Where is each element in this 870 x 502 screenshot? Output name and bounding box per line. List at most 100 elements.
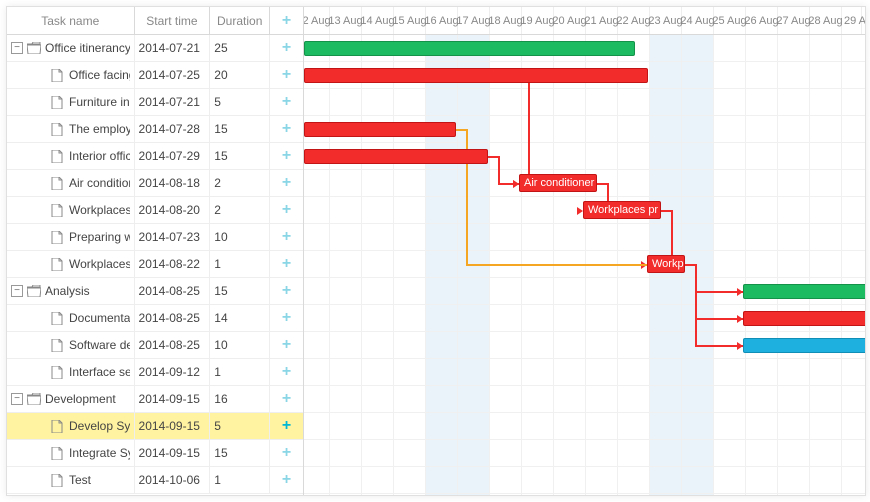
cell-duration[interactable]: 14 (210, 305, 270, 331)
cell-add[interactable]: + (270, 224, 303, 250)
gantt-bar[interactable] (743, 311, 865, 326)
cell-name[interactable]: Furniture install (7, 89, 135, 115)
cell-add[interactable]: + (270, 467, 303, 493)
cell-duration[interactable]: 15 (210, 440, 270, 466)
gantt-bar[interactable] (304, 149, 488, 164)
cell-start[interactable]: 2014-08-18 (135, 170, 211, 196)
col-header-start[interactable]: Start time (135, 7, 211, 34)
cell-name[interactable]: Interface setup (7, 359, 135, 385)
cell-duration[interactable]: 10 (210, 332, 270, 358)
cell-start[interactable]: 2014-09-15 (135, 440, 211, 466)
cell-duration[interactable]: 20 (210, 62, 270, 88)
cell-add[interactable]: + (270, 386, 303, 412)
task-row[interactable]: Workplaces pre2014-08-202+ (7, 197, 303, 224)
expand-toggle[interactable]: − (11, 393, 23, 405)
task-row[interactable]: Preparing work2014-07-2310+ (7, 224, 303, 251)
task-row[interactable]: Integrate Syste2014-09-1515+ (7, 440, 303, 467)
cell-name[interactable]: −Analysis (7, 278, 135, 304)
gantt-bar[interactable]: Workplaces pr (583, 201, 661, 219)
col-header-name[interactable]: Task name (7, 7, 135, 34)
cell-duration[interactable]: 15 (210, 143, 270, 169)
cell-add[interactable]: + (270, 413, 303, 439)
cell-duration[interactable]: 16 (210, 386, 270, 412)
cell-start[interactable]: 2014-09-15 (135, 386, 211, 412)
gantt-area[interactable]: Air conditioner Workplaces pr Workpl (304, 35, 865, 495)
task-row[interactable]: The employee r2014-07-2815+ (7, 116, 303, 143)
cell-duration[interactable]: 1 (210, 467, 270, 493)
cell-duration[interactable]: 2 (210, 197, 270, 223)
cell-start[interactable]: 2014-07-29 (135, 143, 211, 169)
cell-start[interactable]: 2014-07-23 (135, 224, 211, 250)
cell-add[interactable]: + (270, 332, 303, 358)
cell-add[interactable]: + (270, 62, 303, 88)
task-row[interactable]: −Office itinerancy2014-07-2125+ (7, 35, 303, 62)
cell-duration[interactable]: 5 (210, 413, 270, 439)
cell-name[interactable]: Preparing work (7, 224, 135, 250)
gantt-bar[interactable]: Workpl (647, 255, 685, 273)
cell-duration[interactable]: 15 (210, 278, 270, 304)
cell-start[interactable]: 2014-07-28 (135, 116, 211, 142)
task-row[interactable]: Office facing2014-07-2520+ (7, 62, 303, 89)
cell-start[interactable]: 2014-07-25 (135, 62, 211, 88)
cell-start[interactable]: 2014-08-25 (135, 305, 211, 331)
gantt-bar[interactable] (743, 338, 865, 353)
gantt-chart[interactable]: 12 Aug13 Aug14 Aug15 Aug16 Aug17 Aug18 A… (304, 7, 865, 495)
cell-start[interactable]: 2014-08-25 (135, 332, 211, 358)
cell-name[interactable]: −Development (7, 386, 135, 412)
cell-name[interactable]: Interior office (7, 143, 135, 169)
cell-add[interactable]: + (270, 116, 303, 142)
cell-name[interactable]: The employee r (7, 116, 135, 142)
col-header-duration[interactable]: Duration (210, 7, 270, 34)
gantt-bar[interactable] (304, 122, 456, 137)
expand-toggle[interactable]: − (11, 42, 23, 54)
cell-duration[interactable]: 15 (210, 116, 270, 142)
task-row[interactable]: Documentation2014-08-2514+ (7, 305, 303, 332)
task-row[interactable]: Workplaces imp2014-08-221+ (7, 251, 303, 278)
task-row[interactable]: Develop Syster2014-09-155+ (7, 413, 303, 440)
gantt-bar[interactable] (304, 41, 635, 56)
cell-add[interactable]: + (270, 89, 303, 115)
cell-start[interactable]: 2014-10-06 (135, 467, 211, 493)
cell-duration[interactable]: 25 (210, 35, 270, 61)
cell-add[interactable]: + (270, 359, 303, 385)
cell-add[interactable]: + (270, 143, 303, 169)
task-row[interactable]: Test2014-10-061+ (7, 467, 303, 494)
cell-name[interactable]: Integrate Syste (7, 440, 135, 466)
expand-toggle[interactable]: − (11, 285, 23, 297)
cell-add[interactable]: + (270, 440, 303, 466)
cell-duration[interactable]: 2 (210, 170, 270, 196)
cell-start[interactable]: 2014-09-15 (135, 413, 211, 439)
cell-start[interactable]: 2014-08-20 (135, 197, 211, 223)
col-header-add[interactable]: + (270, 7, 303, 34)
task-row[interactable]: Air conditioners2014-08-182+ (7, 170, 303, 197)
cell-name[interactable]: Air conditioners (7, 170, 135, 196)
cell-add[interactable]: + (270, 305, 303, 331)
cell-name[interactable]: Office facing (7, 62, 135, 88)
cell-add[interactable]: + (270, 251, 303, 277)
cell-start[interactable]: 2014-08-25 (135, 278, 211, 304)
task-row[interactable]: Interior office2014-07-2915+ (7, 143, 303, 170)
cell-add[interactable]: + (270, 35, 303, 61)
cell-name[interactable]: Workplaces pre (7, 197, 135, 223)
cell-start[interactable]: 2014-07-21 (135, 89, 211, 115)
cell-start[interactable]: 2014-08-22 (135, 251, 211, 277)
cell-add[interactable]: + (270, 278, 303, 304)
cell-name[interactable]: Documentation (7, 305, 135, 331)
cell-name[interactable]: Workplaces imp (7, 251, 135, 277)
task-row[interactable]: −Analysis2014-08-2515+ (7, 278, 303, 305)
task-row[interactable]: Furniture install2014-07-215+ (7, 89, 303, 116)
cell-add[interactable]: + (270, 170, 303, 196)
task-row[interactable]: Interface setup2014-09-121+ (7, 359, 303, 386)
cell-add[interactable]: + (270, 197, 303, 223)
task-row[interactable]: −Development2014-09-1516+ (7, 386, 303, 413)
cell-duration[interactable]: 5 (210, 89, 270, 115)
cell-name[interactable]: Develop Syster (7, 413, 135, 439)
cell-name[interactable]: −Office itinerancy (7, 35, 135, 61)
cell-start[interactable]: 2014-09-12 (135, 359, 211, 385)
gantt-bar[interactable] (743, 284, 865, 299)
gantt-bar[interactable] (304, 68, 648, 83)
cell-name[interactable]: Software design (7, 332, 135, 358)
cell-start[interactable]: 2014-07-21 (135, 35, 211, 61)
gantt-bar[interactable]: Air conditioner (519, 174, 597, 192)
cell-name[interactable]: Test (7, 467, 135, 493)
